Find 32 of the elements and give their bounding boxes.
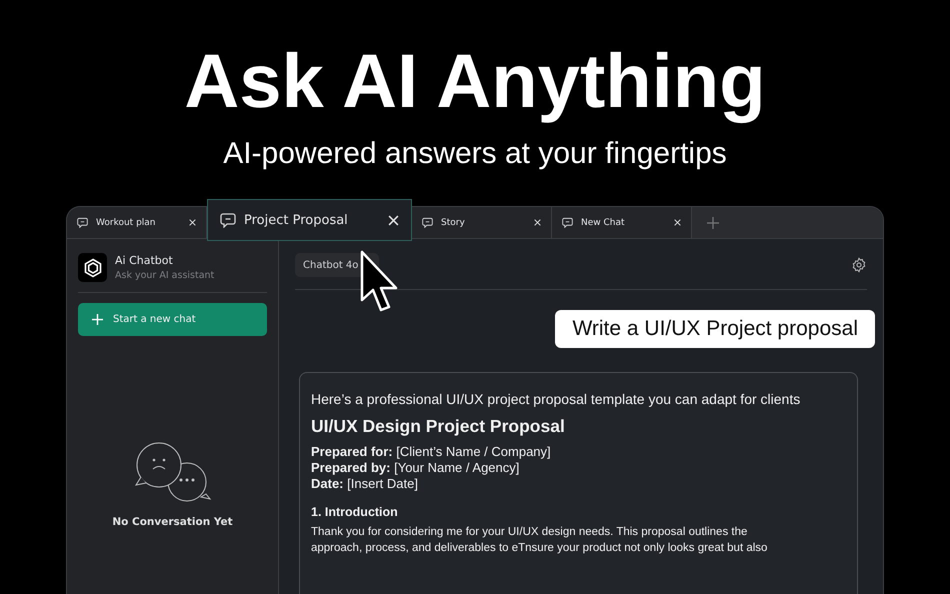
- user-message: Write a UI/UX Project proposal: [555, 310, 875, 348]
- proposal-field: Prepared for: [Client’s Name / Company]: [311, 444, 846, 460]
- sad-chat-bubbles-icon: [134, 442, 212, 504]
- mouse-pointer-icon: [360, 250, 400, 314]
- close-icon[interactable]: [189, 219, 196, 226]
- plus-icon[interactable]: [707, 217, 719, 229]
- section-paragraph: Thank you for considering me for your UI/UX design needs. This proposal outlines the approach, process, and deliverables to eTnsure your product not only looks great but also: [311, 525, 768, 556]
- chat-tab[interactable]: Story: [412, 207, 552, 238]
- chat-tab[interactable]: New Chat: [552, 207, 692, 238]
- app-name: Ai Chatbot: [115, 254, 174, 267]
- chat-bubble-icon: [220, 212, 236, 228]
- chat-tab[interactable]: Workout plan: [67, 207, 207, 238]
- proposal-field: Date: [Insert Date]: [311, 476, 846, 492]
- close-icon[interactable]: [674, 219, 681, 226]
- plus-icon: [92, 314, 103, 325]
- new-chat-button[interactable]: Start a new chat: [78, 303, 267, 336]
- chat-bubble-icon: [422, 217, 433, 228]
- chat-bubble-icon: [562, 217, 573, 228]
- close-icon[interactable]: [534, 219, 541, 226]
- section-heading: 1. Introduction: [311, 505, 399, 519]
- subheadline: AI-powered answers at your fingertips: [223, 136, 727, 172]
- app-subtitle: Ask your AI assistant: [115, 270, 214, 281]
- empty-state-text: No Conversation Yet: [112, 516, 233, 528]
- response-intro: Here’s a professional UI/UX project proposal template you can adapt for clients: [311, 391, 802, 407]
- settings-icon[interactable]: [851, 257, 867, 273]
- chat-tab[interactable]: Project Proposal: [207, 199, 412, 241]
- headline: Ask AI Anything: [184, 38, 766, 126]
- close-icon[interactable]: [388, 214, 399, 226]
- proposal-field: Prepared by: [Your Name / Agency]: [311, 460, 846, 476]
- chat-bubble-icon: [77, 217, 88, 228]
- app-logo-icon: [78, 253, 107, 282]
- proposal-title: UI/UX Design Project Proposal: [311, 416, 566, 437]
